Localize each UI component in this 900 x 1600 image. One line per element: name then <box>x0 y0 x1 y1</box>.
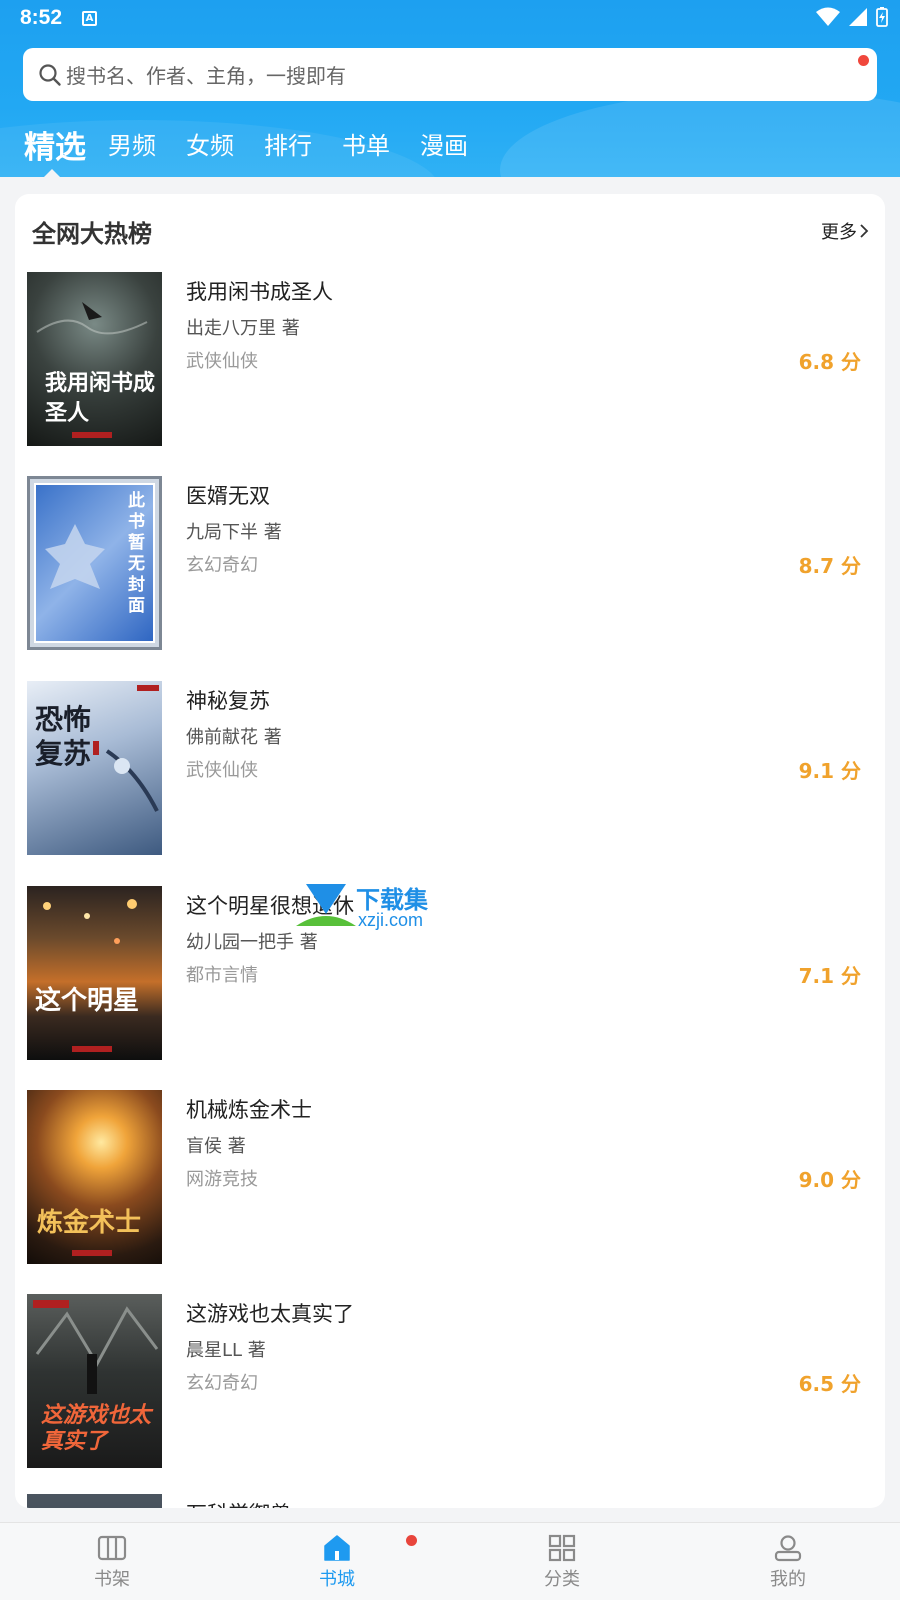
book-title: 万科学御兽 <box>186 1498 291 1508</box>
tab-featured[interactable]: 精选 <box>24 122 86 167</box>
wifi-icon <box>816 7 840 26</box>
hot-ranking-card: 全网大热榜 更多 我用闲书成圣人 我用闲书成圣人 出走八万里 著 武侠仙侠 6.… <box>15 194 885 1508</box>
watermark-url: xzji.com <box>358 910 424 930</box>
book-item[interactable]: 恐怖复苏 神秘复苏 佛前献花 著 武侠仙侠 9.1 分 <box>27 681 873 857</box>
nav-label: 我的 <box>770 1569 806 1590</box>
book-item[interactable]: 炼金术士 机械炼金术士 盲侯 著 网游竞技 9.0 分 <box>27 1090 873 1266</box>
book-score: 6.8 分 <box>798 350 861 374</box>
book-author: 九局下半 著 <box>186 522 282 543</box>
watermark: 下载集 xzji.com <box>296 880 446 930</box>
book-cover: 炼金术士 <box>27 1090 162 1264</box>
bookshelf-icon <box>97 1535 127 1561</box>
tab-male[interactable]: 男频 <box>108 126 156 161</box>
book-author: 幼儿园一把手 著 <box>186 932 318 953</box>
more-label: 更多 <box>821 222 857 243</box>
cover-title: 炼金术士 <box>37 1208 142 1238</box>
book-score: 9.0 分 <box>798 1168 861 1192</box>
cover-title: 此书暂无封面 <box>128 491 145 616</box>
book-cover: 此书暂无封面 <box>27 476 162 650</box>
book-cover: 这个明星 <box>27 886 162 1060</box>
book-cover <box>27 1494 162 1508</box>
book-title: 神秘复苏 <box>186 689 270 713</box>
book-genre: 都市言情 <box>186 965 258 986</box>
book-title: 我用闲书成圣人 <box>186 280 333 304</box>
cover-title: 这个明星 <box>35 986 140 1016</box>
book-genre: 玄幻奇幻 <box>186 1373 258 1394</box>
book-score: 9.1 分 <box>798 759 861 783</box>
cover-title: 恐怖复苏 <box>35 703 92 770</box>
status-time: 8:52 <box>20 6 63 29</box>
book-title: 医婿无双 <box>186 484 270 508</box>
nav-label: 书架 <box>94 1569 130 1590</box>
category-icon <box>548 1534 576 1562</box>
tab-booklist[interactable]: 书单 <box>342 126 390 161</box>
search-input[interactable]: 搜书名、作者、主角，一搜即有 <box>23 48 877 101</box>
book-genre: 武侠仙侠 <box>186 760 258 781</box>
status-bar: 8:52 A <box>0 0 900 40</box>
signal-icon <box>849 8 867 26</box>
book-author: 出走八万里 著 <box>186 318 300 339</box>
chevron-right-icon <box>860 224 869 238</box>
book-genre: 武侠仙侠 <box>186 351 258 372</box>
book-title: 这游戏也太真实了 <box>186 1302 354 1326</box>
notification-dot <box>406 1535 417 1546</box>
book-author: 盲侯 著 <box>186 1136 246 1157</box>
battery-icon <box>876 7 888 27</box>
notification-dot <box>858 55 869 66</box>
bottom-nav: 书架 书城 分类 我的 <box>0 1522 900 1600</box>
book-cover: 恐怖复苏 <box>27 681 162 855</box>
book-score: 8.7 分 <box>798 554 861 578</box>
profile-icon <box>774 1535 802 1562</box>
nav-category[interactable]: 分类 <box>492 1523 632 1600</box>
header: 8:52 A 搜书名、作者、主角，一搜即有 精选 男频 女频 排行 书单 漫画 <box>0 0 900 177</box>
book-item[interactable]: 万科学御兽 <box>27 1494 873 1508</box>
tab-comics[interactable]: 漫画 <box>420 126 468 161</box>
nav-label: 分类 <box>544 1569 580 1590</box>
search-icon <box>39 63 61 86</box>
section-title: 全网大热榜 <box>32 220 152 248</box>
nav-label: 书城 <box>319 1569 355 1590</box>
search-placeholder: 搜书名、作者、主角，一搜即有 <box>66 64 346 88</box>
cover-title: 这游戏也太真实了 <box>41 1402 152 1454</box>
cover-art <box>43 899 137 1052</box>
cover-art <box>45 524 105 589</box>
tab-ranking[interactable]: 排行 <box>264 126 312 161</box>
more-link[interactable]: 更多 <box>821 218 869 244</box>
book-score: 6.5 分 <box>798 1372 861 1396</box>
book-cover: 这游戏也太真实了 <box>27 1294 162 1468</box>
nav-bookshelf[interactable]: 书架 <box>42 1523 182 1600</box>
book-item[interactable]: 我用闲书成圣人 我用闲书成圣人 出走八万里 著 武侠仙侠 6.8 分 <box>27 272 873 448</box>
watermark-logo-icon <box>296 884 356 926</box>
book-cover: 我用闲书成圣人 <box>27 272 162 446</box>
book-item[interactable]: 此书暂无封面 医婿无双 九局下半 著 玄幻奇幻 8.7 分 <box>27 476 873 652</box>
nav-profile[interactable]: 我的 <box>718 1523 858 1600</box>
notification-icon: A <box>82 11 97 26</box>
active-tab-indicator <box>42 169 62 177</box>
book-genre: 网游竞技 <box>186 1169 258 1190</box>
book-title: 机械炼金术士 <box>186 1098 312 1122</box>
bookstore-icon <box>324 1535 350 1561</box>
nav-bookstore[interactable]: 书城 <box>267 1523 407 1600</box>
book-item[interactable]: 这个明星 这个明星很想退休 幼儿园一把手 著 都市言情 7.1 分 <box>27 886 873 1062</box>
book-item[interactable]: 这游戏也太真实了 这游戏也太真实了 晨星LL 著 玄幻奇幻 6.5 分 <box>27 1294 873 1470</box>
cover-title: 我用闲书成圣人 <box>45 370 156 426</box>
book-genre: 玄幻奇幻 <box>186 555 258 576</box>
tab-female[interactable]: 女频 <box>186 126 234 161</box>
book-score: 7.1 分 <box>798 964 861 988</box>
book-author: 佛前献花 著 <box>186 727 282 748</box>
tab-bar: 精选 男频 女频 排行 书单 漫画 <box>0 118 900 177</box>
book-author: 晨星LL 著 <box>186 1340 266 1361</box>
